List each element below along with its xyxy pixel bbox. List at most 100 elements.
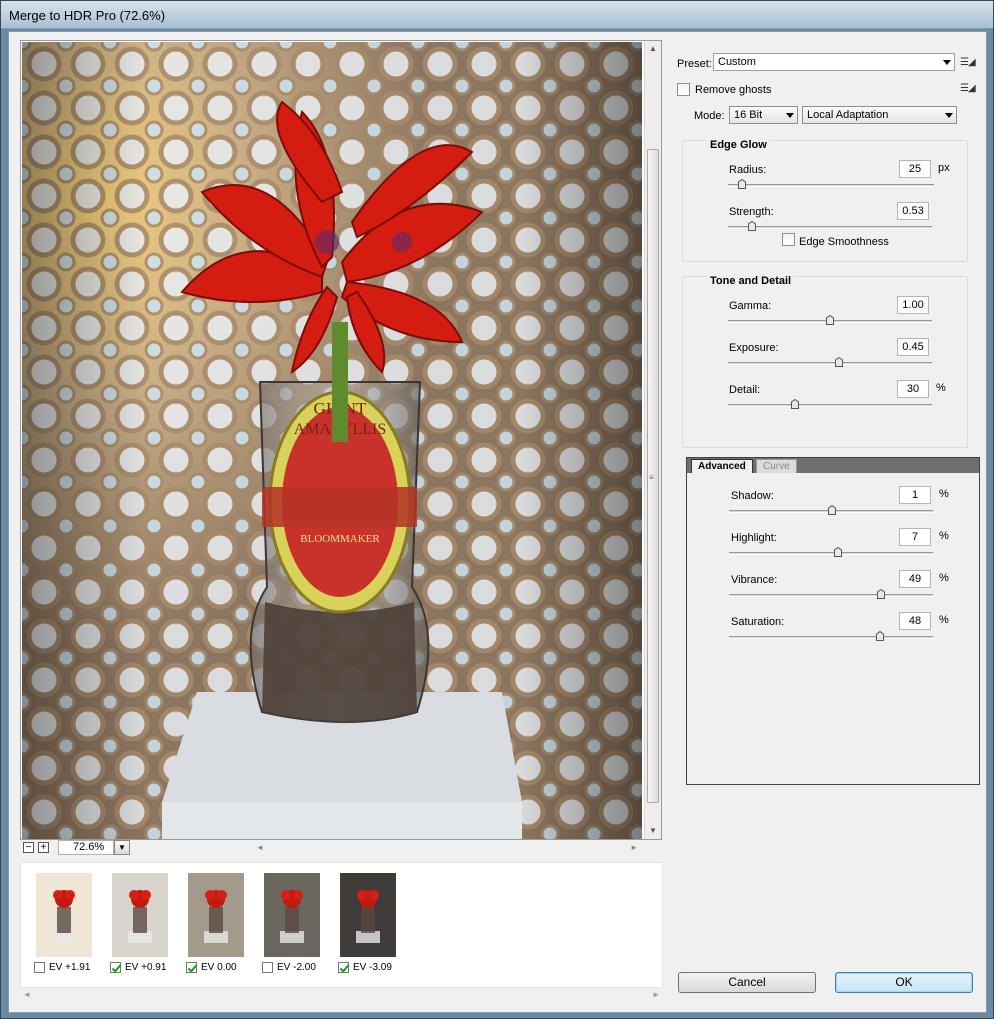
exposure-slider[interactable] xyxy=(728,357,932,368)
exposure-include-checkbox[interactable] xyxy=(262,962,273,973)
slider-thumb[interactable] xyxy=(748,221,757,231)
slider-thumb[interactable] xyxy=(876,589,885,599)
gamma-slider[interactable] xyxy=(728,315,932,326)
shadow-slider[interactable] xyxy=(729,505,933,516)
radius-slider[interactable] xyxy=(728,179,934,190)
exposure-include-checkbox[interactable] xyxy=(110,962,121,973)
vibrance-slider[interactable] xyxy=(729,589,933,600)
method-select[interactable]: Local Adaptation xyxy=(802,106,957,124)
exposure-ev-label: EV -3.09 xyxy=(353,962,392,974)
strip-scroll-right-icon[interactable]: ► xyxy=(652,990,660,999)
zoom-level-field[interactable]: 72.6% xyxy=(58,840,114,855)
detail-slider[interactable] xyxy=(728,399,932,410)
remove-ghosts-label: Remove ghosts xyxy=(695,84,772,96)
exposure-include-checkbox[interactable] xyxy=(186,962,197,973)
tab-strip: Advanced Curve xyxy=(687,458,979,473)
exposure-ev-label: EV +0.91 xyxy=(125,962,167,974)
bit-depth-dropdown-icon xyxy=(786,113,794,118)
zoom-dropdown-button[interactable]: ▼ xyxy=(114,840,130,855)
thumb-strip-scrollbar[interactable]: ◄ ► xyxy=(20,989,663,1001)
slider-thumb[interactable] xyxy=(828,505,837,515)
dialog-client-area: GIANT AMARYLLIS BLOOMMAKER xyxy=(8,31,987,1013)
exposure-thumbnail[interactable]: EV +1.91 xyxy=(34,873,96,973)
vibrance-field[interactable]: 49 xyxy=(899,570,931,588)
highlight-label: Highlight: xyxy=(731,532,777,544)
title-bar[interactable]: Merge to HDR Pro (72.6%) xyxy=(1,1,993,29)
exposure-thumbnail[interactable]: EV -2.00 xyxy=(262,873,324,973)
saturation-field[interactable]: 48 xyxy=(899,612,931,630)
highlight-unit: % xyxy=(939,530,949,542)
exposure-thumbnail[interactable]: EV +0.91 xyxy=(110,873,172,973)
tab-advanced[interactable]: Advanced xyxy=(691,459,753,473)
preset-menu-icon[interactable]: ☰◢ xyxy=(960,57,976,68)
exposure-ev-label: EV +1.91 xyxy=(49,962,91,974)
edge-glow-title: Edge Glow xyxy=(707,139,770,151)
cancel-button[interactable]: Cancel xyxy=(678,972,816,993)
shadow-field[interactable]: 1 xyxy=(899,486,931,504)
hdr-dialog-window: Merge to HDR Pro (72.6%) BLOOMMAKER ▲ ≡ … xyxy=(0,0,994,1019)
scroll-right-arrow-icon[interactable]: ► xyxy=(630,843,638,852)
remove-ghosts-checkbox[interactable] xyxy=(677,83,690,96)
hdr-preview-image[interactable]: GIANT AMARYLLIS BLOOMMAKER xyxy=(22,42,642,839)
exposure-label: Exposure: xyxy=(729,342,779,354)
gamma-field[interactable]: 1.00 xyxy=(897,296,929,314)
tone-detail-title: Tone and Detail xyxy=(707,275,795,287)
bit-depth-select[interactable]: 16 Bit xyxy=(729,106,798,124)
exposure-include-checkbox[interactable] xyxy=(338,962,349,973)
scroll-grip-icon: ≡ xyxy=(649,473,654,482)
options-menu-icon[interactable]: ☰◢ xyxy=(960,83,976,94)
slider-thumb[interactable] xyxy=(834,547,843,557)
exposure-label-row: EV +0.91 xyxy=(110,962,166,975)
tab-curve[interactable]: Curve xyxy=(756,459,797,473)
advanced-curve-tabpanel: Advanced Curve Shadow: 1 % Highlight: 7 … xyxy=(686,457,980,785)
preview-frame: GIANT AMARYLLIS BLOOMMAKER xyxy=(20,40,662,840)
exposure-label-row: EV 0.00 xyxy=(186,962,237,975)
vase-label-line3: BLOOMMAKER xyxy=(300,533,380,545)
saturation-slider[interactable] xyxy=(729,631,933,642)
method-dropdown-icon xyxy=(945,113,953,118)
preview-vertical-scrollbar[interactable]: ▲ ≡ ▼ xyxy=(644,41,661,839)
scroll-down-arrow-icon[interactable]: ▼ xyxy=(649,826,657,835)
strength-label: Strength: xyxy=(729,206,774,218)
saturation-unit: % xyxy=(939,614,949,626)
preview-horizontal-scrollbar[interactable]: ◄ ► xyxy=(252,841,642,855)
detail-field[interactable]: 30 xyxy=(897,380,929,398)
ok-button[interactable]: OK xyxy=(835,972,973,993)
vibrance-unit: % xyxy=(939,572,949,584)
exposure-thumbnail[interactable]: EV 0.00 xyxy=(186,873,248,973)
radius-label: Radius: xyxy=(729,164,767,176)
slider-thumb[interactable] xyxy=(738,179,747,189)
strength-slider[interactable] xyxy=(728,221,932,232)
detail-label: Detail: xyxy=(729,384,761,396)
scroll-up-arrow-icon[interactable]: ▲ xyxy=(649,44,657,53)
preview-photo: GIANT AMARYLLIS BLOOMMAKER xyxy=(22,42,642,839)
scroll-left-arrow-icon[interactable]: ◄ xyxy=(256,843,264,852)
radius-field[interactable]: 25 xyxy=(899,160,931,178)
exposure-thumbnail-image xyxy=(36,873,92,957)
exposure-field[interactable]: 0.45 xyxy=(897,338,929,356)
method-value: Local Adaptation xyxy=(807,109,889,121)
slider-thumb[interactable] xyxy=(835,357,844,367)
source-images-strip: EV +1.91 EV +0.91 EV 0.00 EV -2.00 EV -3.09 xyxy=(20,862,663,988)
gamma-label: Gamma: xyxy=(729,300,772,312)
strip-scroll-left-icon[interactable]: ◄ xyxy=(23,990,31,999)
exposure-thumbnail[interactable]: EV -3.09 xyxy=(338,873,400,973)
slider-thumb[interactable] xyxy=(791,399,800,409)
strength-field[interactable]: 0.53 xyxy=(897,202,929,220)
slider-thumb[interactable] xyxy=(875,631,884,641)
edge-smoothness-checkbox[interactable] xyxy=(782,233,795,246)
exposure-thumbnail-image xyxy=(112,873,168,957)
highlight-slider[interactable] xyxy=(729,547,933,558)
window-title: Merge to HDR Pro (72.6%) xyxy=(9,8,166,23)
shadow-unit: % xyxy=(939,488,949,500)
highlight-field[interactable]: 7 xyxy=(899,528,931,546)
preset-select[interactable]: Custom xyxy=(713,53,955,71)
zoom-in-button[interactable]: + xyxy=(38,842,49,853)
radius-unit: px xyxy=(938,162,950,174)
exposure-thumbnail-image xyxy=(264,873,320,957)
exposure-thumbnail-image xyxy=(340,873,396,957)
zoom-out-button[interactable]: − xyxy=(23,842,34,853)
exposure-label-row: EV -2.00 xyxy=(262,962,316,975)
exposure-include-checkbox[interactable] xyxy=(34,962,45,973)
slider-thumb[interactable] xyxy=(826,315,834,325)
